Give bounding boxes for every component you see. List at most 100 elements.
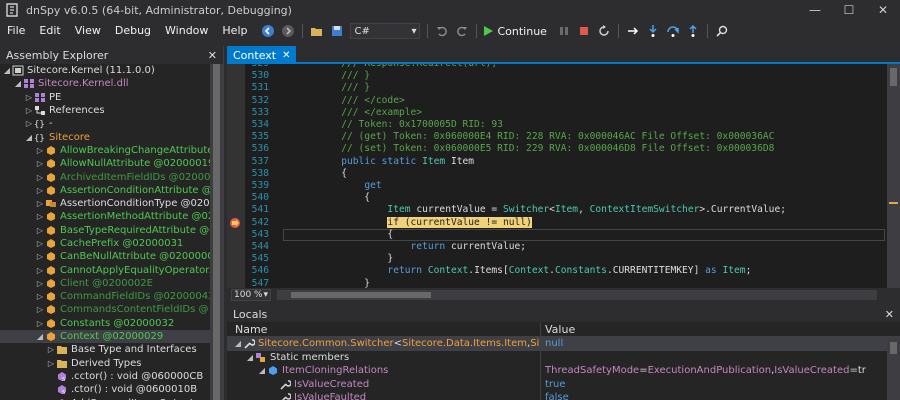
code-line[interactable]: 538 { [227, 168, 887, 180]
tree-item[interactable]: ▷ ArchivedItemFieldIDs @0200004 [0, 170, 210, 183]
menu-help[interactable]: Help [215, 20, 254, 42]
expander-icon[interactable]: ▷ [24, 117, 34, 130]
show-next-statement-button[interactable] [624, 22, 642, 40]
zoom-select[interactable]: 100 % ▾ [231, 289, 271, 301]
expander-icon[interactable]: ▷ [35, 157, 45, 170]
code-line[interactable]: 539 get [227, 180, 887, 192]
scrollbar-thumb[interactable] [890, 68, 897, 86]
tree-item[interactable]: ▷ References [0, 104, 210, 117]
tree-item[interactable]: ▷ Base Type and Interfaces [0, 343, 210, 356]
step-into-button[interactable] [644, 22, 662, 40]
scrollbar-thumb[interactable] [890, 342, 897, 354]
tree-item[interactable]: ▷ AssertionConditionType @020000 [0, 197, 210, 210]
code-line[interactable]: 547 } [227, 278, 887, 288]
redo-button[interactable] [453, 22, 471, 40]
maximize-button[interactable]: ☐ [832, 0, 866, 20]
menu-window[interactable]: Window [158, 20, 215, 42]
code-line[interactable]: 540 { [227, 192, 887, 204]
tree-item[interactable]: ◢ Context @02000029 [0, 329, 210, 344]
tree-item[interactable]: ◢ Sitecore.Kernel.dll [0, 77, 210, 90]
menu-file[interactable]: File [0, 20, 32, 42]
code-line[interactable]: 537 public static Item Item [227, 156, 887, 168]
expander-icon[interactable]: ◢ [245, 353, 255, 362]
expander-icon[interactable]: ▷ [35, 184, 45, 197]
expander-icon[interactable]: ▷ [35, 250, 45, 263]
tree-item[interactable]: ▷ CommandsContentFieldIDs @ [0, 303, 210, 316]
expander-icon[interactable]: ◢ [257, 366, 267, 375]
locals-row[interactable]: ◢ Sitecore.Common.Switcher < Sitecore.Data.… [227, 337, 900, 351]
menu-edit[interactable]: Edit [32, 20, 67, 42]
scrollbar-thumb[interactable] [213, 64, 220, 400]
minimize-button[interactable]: — [798, 0, 832, 20]
tree-item[interactable]: S .ctor() : void @0600010B [0, 383, 210, 396]
locals-value-cell[interactable]: ThreadSafetyMode = ExecutionAndPublication… [541, 364, 900, 378]
expander-icon[interactable]: ▷ [35, 277, 45, 290]
expander-icon[interactable]: ▷ [35, 237, 45, 250]
code-line[interactable]: 543 { [227, 229, 887, 241]
expander-icon[interactable]: ◢ [233, 339, 243, 348]
expander-icon[interactable]: ▷ [46, 343, 56, 356]
tree-item[interactable]: S .cctor() : void @060000CB [0, 370, 210, 383]
step-over-button[interactable] [664, 22, 682, 40]
tree-item[interactable]: ◢ Sitecore.Kernel (11.1.0.0) [0, 64, 210, 77]
expander-icon[interactable]: ▷ [35, 210, 45, 223]
code-line[interactable]: 533 /// </example> [227, 107, 887, 119]
locals-scrollbar[interactable] [887, 338, 900, 400]
close-tab-icon[interactable]: ✕ [282, 50, 290, 61]
tree-item[interactable]: ▷ CannotApplyEqualityOperatorAt [0, 263, 210, 276]
menu-view[interactable]: View [68, 20, 108, 42]
expander-icon[interactable]: ◢ [13, 77, 23, 90]
tree-item[interactable]: ▷ PE [0, 91, 210, 104]
expander-icon[interactable]: ◢ [2, 64, 12, 77]
undo-button[interactable] [433, 22, 451, 40]
expander-icon[interactable]: ▷ [35, 317, 45, 330]
stop-debugging-button[interactable] [575, 22, 593, 40]
editor-scrollbar[interactable] [887, 64, 900, 288]
search-button[interactable] [713, 22, 731, 40]
column-header-value[interactable]: Value [541, 322, 900, 336]
code-line[interactable]: 544 return currentValue; [227, 241, 887, 253]
tree-item[interactable]: ▷ Derived Types [0, 357, 210, 370]
code-line[interactable]: 542 if (currentValue != null) [227, 216, 887, 229]
expander-icon[interactable]: ▷ [35, 303, 45, 316]
expander-icon[interactable]: ▷ [35, 224, 45, 237]
tree-item[interactable]: ▷ AllowBreakingChangeAttribute @ [0, 144, 210, 157]
tree-item[interactable]: ▷ AssertionConditionAttribute @0 [0, 184, 210, 197]
assembly-explorer-scrollbar[interactable] [210, 64, 223, 400]
tree-item[interactable]: ◢{} Sitecore [0, 130, 210, 143]
editor-horizontal-scrollbar[interactable] [277, 290, 877, 300]
code-line[interactable]: 546 return Context.Items[Context.Constan… [227, 265, 887, 277]
tree-item[interactable]: ▷ CachePrefix @02000031 [0, 237, 210, 250]
code-line[interactable]: 534 // Token: 0x1700005D RID: 93 [227, 119, 887, 131]
menu-debug[interactable]: Debug [108, 20, 158, 42]
expander-icon[interactable]: ▷ [35, 290, 45, 303]
tab-context[interactable]: Context ✕ [227, 46, 297, 64]
expander-icon[interactable]: ◢ [35, 330, 45, 343]
locals-value-cell[interactable]: true [541, 378, 900, 392]
code-line[interactable]: 536 // (set) Token: 0x060000E5 RID: 229 … [227, 143, 887, 155]
code-editor[interactable]: 529 /// Response.Redirect(url);530 /// }… [227, 64, 900, 288]
expander-icon[interactable]: ▷ [35, 144, 45, 157]
locals-value-cell[interactable] [541, 351, 900, 365]
locals-row[interactable]: IsValueFaulted false [227, 391, 900, 400]
close-icon[interactable]: ✕ [885, 308, 894, 321]
tree-item[interactable]: ▷ CommandFieldIDs @02000043 [0, 290, 210, 303]
code-line[interactable]: 530 /// } [227, 70, 887, 82]
code-line[interactable]: 535 // (get) Token: 0x060000E4 RID: 228 … [227, 131, 887, 143]
code-line[interactable]: 545 } [227, 253, 887, 265]
expander-icon[interactable]: ▷ [24, 91, 34, 104]
expander-icon[interactable]: ▷ [35, 171, 45, 184]
close-window-button[interactable]: ✕ [866, 0, 900, 20]
tree-item[interactable]: ▷ BaseTypeRequiredAttribute @02 [0, 224, 210, 237]
tree-item[interactable]: ▷ Constants @02000032 [0, 317, 210, 330]
tree-item[interactable]: ▷ AssertionMethodAttribute @020 [0, 210, 210, 223]
scrollbar-thumb[interactable] [291, 292, 431, 298]
step-out-button[interactable] [684, 22, 702, 40]
tree-item[interactable]: ▷{} - [0, 117, 210, 130]
language-select[interactable]: C# ▾ [350, 23, 421, 39]
code-line[interactable]: 531 /// } [227, 82, 887, 94]
column-header-name[interactable]: Name [227, 322, 541, 336]
locals-row[interactable]: ◢ ItemCloningRelations ThreadSafetyMode = Ex… [227, 364, 900, 378]
expander-icon[interactable]: ▷ [35, 264, 45, 277]
expander-icon[interactable]: ▷ [46, 357, 56, 370]
